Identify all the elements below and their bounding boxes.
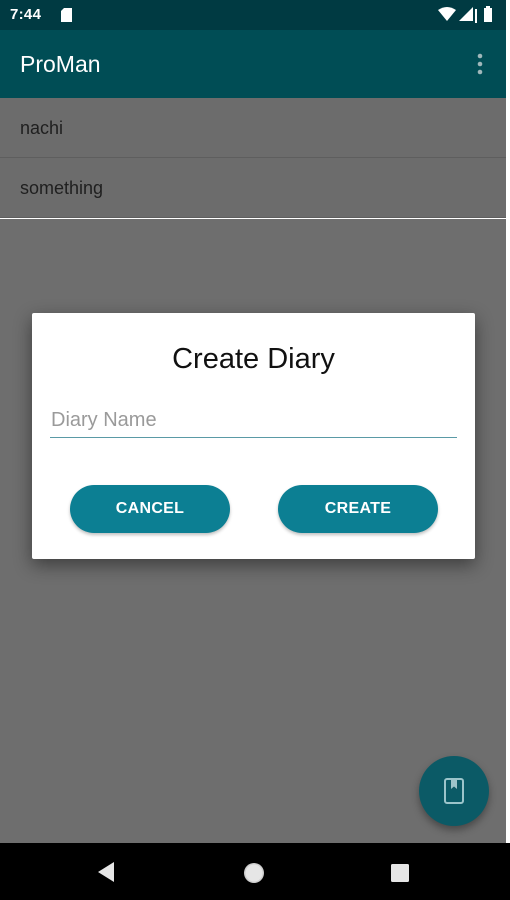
- home-icon[interactable]: [242, 861, 266, 889]
- battery-icon: [484, 6, 492, 22]
- add-diary-fab[interactable]: [419, 756, 489, 826]
- cancel-button[interactable]: CANCEL: [70, 485, 230, 533]
- recents-icon[interactable]: [390, 863, 410, 887]
- book-icon: [443, 778, 465, 808]
- app-bar: ProMan: [0, 30, 506, 98]
- wifi-icon: [438, 7, 456, 21]
- status-icons: [438, 6, 498, 28]
- overflow-menu-icon[interactable]: [470, 50, 490, 80]
- create-diary-dialog: Create Diary CANCEL CREATE: [32, 313, 475, 559]
- list-item[interactable]: something: [0, 158, 506, 218]
- app-title: ProMan: [20, 51, 101, 77]
- diary-list: nachi something: [0, 98, 506, 218]
- status-bar: 7:44: [0, 0, 506, 30]
- signal-icon: [459, 7, 477, 23]
- screen-edge: [506, 0, 510, 900]
- list-item-label: something: [20, 178, 104, 198]
- diary-name-input[interactable]: [50, 403, 457, 438]
- back-icon[interactable]: [96, 861, 116, 887]
- sd-card-icon: [61, 7, 72, 26]
- list-item[interactable]: nachi: [0, 98, 506, 158]
- list-item-label: nachi: [20, 118, 64, 138]
- status-time: 7:44: [10, 6, 42, 23]
- dialog-title: Create Diary: [172, 343, 335, 375]
- navigation-bar: [0, 843, 510, 900]
- create-button[interactable]: CREATE: [278, 485, 438, 533]
